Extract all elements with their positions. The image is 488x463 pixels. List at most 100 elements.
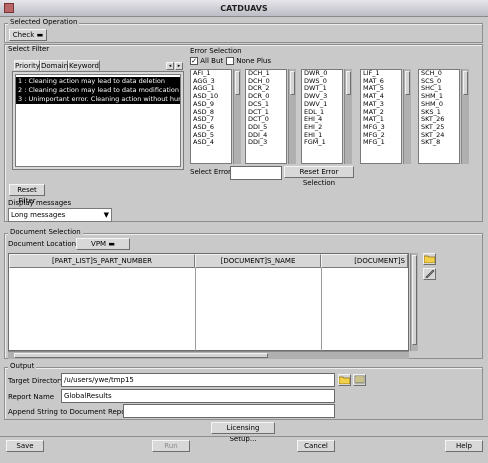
error-item[interactable]: DWV_3 bbox=[302, 93, 342, 101]
error-item[interactable]: ASD_10 bbox=[191, 93, 231, 101]
error-column-1-scrollbar[interactable] bbox=[233, 69, 241, 164]
priority-item-2[interactable]: 2 : Cleaning action may lead to data mod… bbox=[16, 86, 180, 95]
error-item[interactable]: MAT_1 bbox=[361, 116, 401, 124]
priority-list[interactable]: 1 : Cleaning action may lead to data del… bbox=[15, 74, 181, 167]
error-item[interactable]: MAT_3 bbox=[361, 101, 401, 109]
error-item[interactable]: ASD_8 bbox=[191, 109, 231, 117]
none-plus-checkbox[interactable] bbox=[226, 57, 234, 65]
window-menu-icon[interactable] bbox=[4, 3, 14, 13]
error-item[interactable]: SCS_0 bbox=[419, 78, 459, 86]
document-location-dropdown[interactable]: VPM ▬ bbox=[76, 238, 130, 250]
error-item[interactable]: MAT_2 bbox=[361, 109, 401, 117]
error-item[interactable]: LIF_1 bbox=[361, 70, 401, 78]
save-button[interactable]: Save bbox=[6, 440, 44, 452]
error-column-2[interactable]: DCH_1 DCH_0 DCR_2 DCR_0 DCS_1 DCT_1 DCT_… bbox=[245, 69, 287, 164]
error-column-3[interactable]: DWR_0 DWS_0 DWT_1 DWV_3 DWV_1 EDL_1 EHI_… bbox=[301, 69, 343, 164]
tab-domain[interactable]: Domain bbox=[40, 60, 68, 71]
display-messages-combo[interactable]: Long messages ▼ bbox=[8, 208, 112, 222]
list-icon[interactable] bbox=[353, 374, 366, 386]
error-column-4-scrollbar[interactable] bbox=[403, 69, 411, 164]
reset-error-selection-button[interactable]: Reset Error Selection bbox=[284, 166, 354, 187]
scroll-thumb[interactable] bbox=[14, 353, 268, 358]
report-name-input[interactable]: GlobalResults bbox=[61, 389, 335, 403]
error-item[interactable]: DCT_1 bbox=[246, 109, 286, 117]
append-string-input[interactable] bbox=[123, 404, 335, 418]
error-column-2-scrollbar[interactable] bbox=[288, 69, 296, 164]
error-item[interactable]: AFI_1 bbox=[191, 70, 231, 78]
scroll-thumb[interactable] bbox=[405, 71, 410, 95]
scroll-thumb[interactable] bbox=[463, 71, 468, 95]
error-item[interactable]: DWV_1 bbox=[302, 101, 342, 109]
error-item[interactable]: FGM_1 bbox=[302, 139, 342, 147]
error-item[interactable]: EDL_1 bbox=[302, 109, 342, 117]
error-column-4[interactable]: LIF_1 MAT_6 MAT_5 MAT_4 MAT_3 MAT_2 MAT_… bbox=[360, 69, 402, 164]
error-item[interactable]: MAT_4 bbox=[361, 93, 401, 101]
error-item[interactable]: DCH_0 bbox=[246, 78, 286, 86]
scroll-thumb[interactable] bbox=[290, 71, 295, 95]
priority-item-3[interactable]: 3 : Unimportant error. Cleaning action w… bbox=[16, 95, 180, 104]
error-item[interactable]: MAT_6 bbox=[361, 78, 401, 86]
error-item[interactable]: MFG_1 bbox=[361, 139, 401, 147]
select-error-input[interactable] bbox=[230, 166, 282, 180]
error-column-1[interactable]: AFI_1 AGG_3 AGG_1 ASD_10 ASD_9 ASD_8 ASD… bbox=[190, 69, 232, 164]
priority-item-1[interactable]: 1 : Cleaning action may lead to data del… bbox=[16, 77, 180, 86]
error-item[interactable]: AGG_1 bbox=[191, 85, 231, 93]
tab-priority[interactable]: Priority bbox=[14, 60, 40, 71]
edit-icon[interactable] bbox=[423, 268, 436, 280]
document-table-vscrollbar[interactable] bbox=[410, 253, 418, 351]
error-item[interactable]: DDI_4 bbox=[246, 132, 286, 140]
error-item[interactable]: EHI_2 bbox=[302, 124, 342, 132]
error-item[interactable]: SKT_25 bbox=[419, 124, 459, 132]
error-item[interactable]: DDI_3 bbox=[246, 139, 286, 147]
error-item[interactable]: SCH_0 bbox=[419, 70, 459, 78]
error-item[interactable]: DCS_1 bbox=[246, 101, 286, 109]
error-item[interactable]: DCT_0 bbox=[246, 116, 286, 124]
cancel-button[interactable]: Cancel bbox=[297, 440, 335, 452]
error-item[interactable]: ASD_9 bbox=[191, 101, 231, 109]
error-item[interactable]: DWS_0 bbox=[302, 78, 342, 86]
combo-arrow-icon[interactable]: ▼ bbox=[104, 209, 109, 221]
error-item[interactable]: MAT_5 bbox=[361, 85, 401, 93]
error-item[interactable]: MFG_3 bbox=[361, 124, 401, 132]
help-button[interactable]: Help bbox=[445, 440, 483, 452]
scroll-thumb[interactable] bbox=[235, 71, 240, 95]
error-item[interactable]: AGG_3 bbox=[191, 78, 231, 86]
error-item[interactable]: SKT_8 bbox=[419, 139, 459, 147]
scroll-thumb[interactable] bbox=[346, 71, 351, 95]
scroll-thumb[interactable] bbox=[412, 255, 417, 345]
error-item[interactable]: SHM_0 bbox=[419, 101, 459, 109]
error-item[interactable]: DCH_1 bbox=[246, 70, 286, 78]
error-item[interactable]: SKS_1 bbox=[419, 109, 459, 117]
licensing-setup-button[interactable]: Licensing Setup... bbox=[211, 422, 275, 443]
error-item[interactable]: DWR_0 bbox=[302, 70, 342, 78]
table-column-header[interactable]: [DOCUMENT]S_NAME bbox=[195, 254, 321, 268]
all-but-checkbox[interactable]: ✓ bbox=[190, 57, 198, 65]
all-but-option[interactable]: ✓ All But bbox=[190, 57, 223, 65]
error-item[interactable]: DDI_5 bbox=[246, 124, 286, 132]
error-item[interactable]: DCR_0 bbox=[246, 93, 286, 101]
error-item[interactable]: EHI_4 bbox=[302, 116, 342, 124]
table-column-header[interactable]: [PART_LIST]S_PART_NUMBER bbox=[9, 254, 195, 268]
table-column-header[interactable]: [DOCUMENT]S bbox=[321, 254, 408, 268]
reset-filter-button[interactable]: Reset Filter bbox=[9, 184, 45, 205]
error-item[interactable]: EHI_1 bbox=[302, 132, 342, 140]
error-item[interactable]: SHC_1 bbox=[419, 85, 459, 93]
folder-icon[interactable] bbox=[423, 253, 436, 265]
error-column-5-scrollbar[interactable] bbox=[461, 69, 469, 164]
error-item[interactable]: ASD_7 bbox=[191, 116, 231, 124]
document-table[interactable]: [PART_LIST]S_PART_NUMBER [DOCUMENT]S_NAM… bbox=[8, 253, 409, 352]
none-plus-option[interactable]: None Plus bbox=[226, 57, 271, 65]
error-item[interactable]: ASD_6 bbox=[191, 124, 231, 132]
error-item[interactable]: SKT_24 bbox=[419, 132, 459, 140]
target-directory-input[interactable]: /u/users/ywe/tmp15 bbox=[61, 373, 335, 387]
error-item[interactable]: SHM_1 bbox=[419, 93, 459, 101]
folder-browse-icon[interactable] bbox=[338, 374, 351, 386]
document-table-hscrollbar[interactable] bbox=[8, 351, 409, 359]
error-item[interactable]: DCR_2 bbox=[246, 85, 286, 93]
error-item[interactable]: SKT_26 bbox=[419, 116, 459, 124]
tab-scroll-left-icon[interactable]: ◂ bbox=[166, 62, 174, 70]
tab-keyword[interactable]: Keyword bbox=[68, 60, 100, 71]
error-item[interactable]: DWT_1 bbox=[302, 85, 342, 93]
error-item[interactable]: ASD_4 bbox=[191, 139, 231, 147]
error-column-5[interactable]: SCH_0 SCS_0 SHC_1 SHM_1 SHM_0 SKS_1 SKT_… bbox=[418, 69, 460, 164]
